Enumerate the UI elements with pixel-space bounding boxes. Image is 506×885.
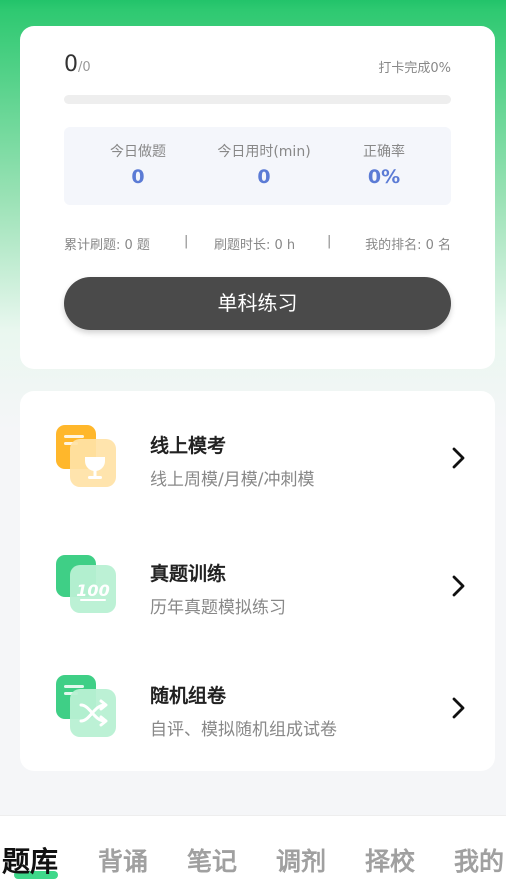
svg-text:100: 100 xyxy=(76,581,109,600)
tab-notes[interactable]: 笔记 xyxy=(187,842,237,878)
stat-value: 0% xyxy=(367,166,401,188)
chevron-right-icon xyxy=(452,447,465,469)
summary-rank: 我的排名: 0 名 xyxy=(365,238,451,253)
chevron-right-icon xyxy=(452,575,465,597)
feature-title: 线上模考 xyxy=(150,435,227,457)
shuffle-icon xyxy=(56,675,116,737)
feature-row-online-mock[interactable]: 线上模考 线上周模/月模/冲刺模 xyxy=(20,409,495,509)
tab-transfer[interactable]: 调剂 xyxy=(276,842,326,878)
checkin-percent: 打卡完成0% xyxy=(378,61,451,76)
feature-subtitle: 历年真题模拟练习 xyxy=(150,598,286,618)
feature-list-card: 线上模考 线上周模/月模/冲刺模 100 真题训练 历年真题模拟练习 随机组卷 … xyxy=(20,391,495,771)
summary-duration: 刷题时长: 0 h xyxy=(214,238,296,253)
tab-mine[interactable]: 我的 xyxy=(454,842,504,878)
feature-subtitle: 自评、模拟随机组成试卷 xyxy=(150,720,337,740)
stat-label: 今日用时(min) xyxy=(217,144,311,160)
progress-bar xyxy=(64,95,451,104)
summary-line: 累计刷题: 0 题 | 刷题时长: 0 h | 我的排名: 0 名 xyxy=(64,234,451,254)
trophy-icon xyxy=(56,425,116,487)
stat-label: 正确率 xyxy=(363,144,405,160)
summary-separator: | xyxy=(327,234,332,249)
stat-accuracy: 正确率 0% xyxy=(324,141,444,188)
summary-total-questions: 累计刷题: 0 题 xyxy=(64,238,150,253)
single-subject-practice-button[interactable]: 单科练习 xyxy=(64,277,451,330)
tab-choose-school[interactable]: 择校 xyxy=(365,842,415,878)
stat-value: 0 xyxy=(257,166,271,188)
feature-row-random-paper[interactable]: 随机组卷 自评、模拟随机组成试卷 xyxy=(20,659,495,759)
stat-today-questions: 今日做题 0 xyxy=(78,141,198,188)
stat-today-time: 今日用时(min) 0 xyxy=(204,141,324,188)
progress-count: 0/0 xyxy=(64,52,91,77)
progress-done: 0 xyxy=(64,52,78,77)
exam-100-icon: 100 xyxy=(56,555,116,613)
progress-total: /0 xyxy=(78,60,91,75)
feature-title: 随机组卷 xyxy=(150,685,227,707)
stat-value: 0 xyxy=(131,166,145,188)
today-stats: 今日做题 0 今日用时(min) 0 正确率 0% xyxy=(64,127,451,205)
tab-question-bank[interactable]: 题库 xyxy=(2,840,58,880)
feature-row-past-exams[interactable]: 100 真题训练 历年真题模拟练习 xyxy=(20,537,495,637)
bottom-tab-bar: 题库 背诵 笔记 调剂 择校 我的 xyxy=(0,815,506,885)
feature-subtitle: 线上周模/月模/冲刺模 xyxy=(150,470,315,490)
checkin-card: 0/0 打卡完成0% 今日做题 0 今日用时(min) 0 正确率 0% 累计刷… xyxy=(20,26,495,369)
tab-recite[interactable]: 背诵 xyxy=(98,842,148,878)
summary-separator: | xyxy=(184,234,189,249)
feature-title: 真题训练 xyxy=(150,563,227,585)
chevron-right-icon xyxy=(452,697,465,719)
stat-label: 今日做题 xyxy=(110,144,166,160)
